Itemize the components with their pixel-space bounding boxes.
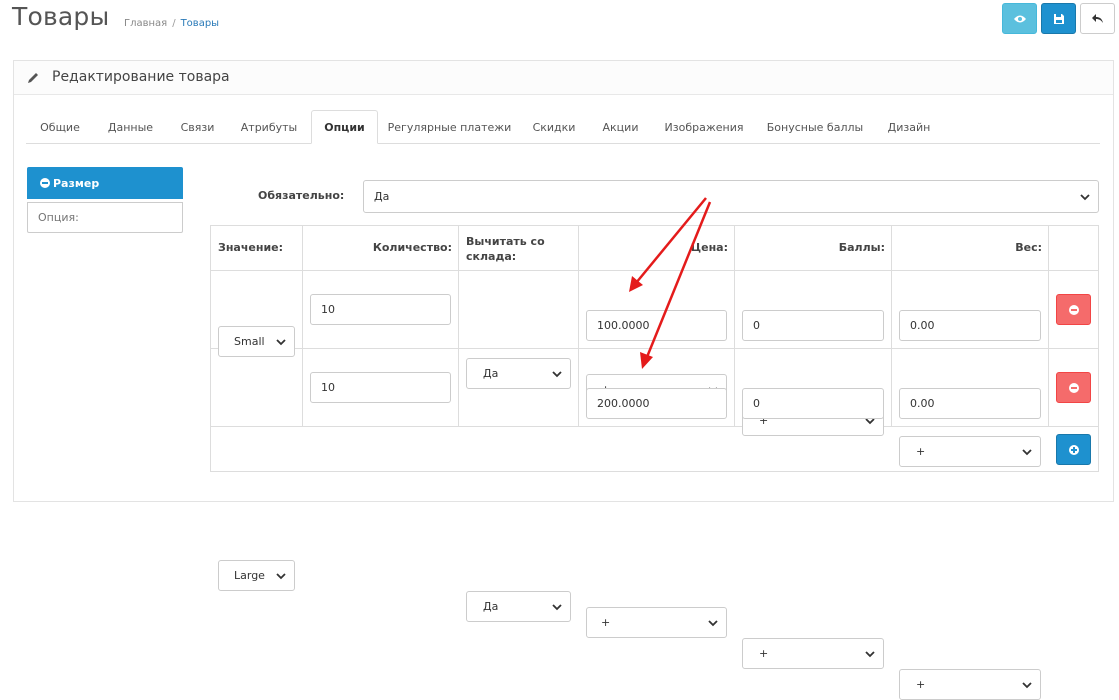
tab-design[interactable]: Дизайн	[879, 110, 939, 144]
row2-weight-input[interactable]: 0.00	[899, 388, 1041, 419]
table-cell: Large	[234, 569, 265, 582]
save-button[interactable]	[1041, 3, 1076, 34]
table-cell: +	[916, 678, 926, 691]
tab-discounts[interactable]: Скидки	[524, 110, 584, 144]
plus-circle-icon	[1068, 444, 1079, 455]
table-cell: 10	[321, 303, 335, 316]
row2-points-prefix-select[interactable]: +	[742, 638, 884, 669]
table-cell: +	[759, 647, 769, 660]
row2-quantity-input[interactable]: 10	[310, 372, 451, 403]
table-cell: 0	[753, 397, 760, 410]
tab-data[interactable]: Данные	[97, 110, 164, 144]
chevron-down-icon	[552, 370, 562, 377]
chevron-down-icon	[865, 650, 875, 657]
table-cell: 10	[321, 381, 335, 394]
back-button[interactable]	[1080, 3, 1115, 34]
breadcrumb-products[interactable]: Товары	[181, 18, 220, 29]
chevron-down-icon	[1022, 448, 1032, 455]
eye-icon	[1013, 15, 1026, 22]
preview-button[interactable]	[1002, 3, 1037, 34]
row1-points-input[interactable]: 0	[742, 310, 884, 341]
table-col-divider	[578, 226, 579, 426]
table-cell: +	[916, 445, 926, 458]
chevron-down-icon	[276, 572, 286, 579]
chevron-down-icon	[708, 619, 718, 626]
option-size-item[interactable]: Размер	[27, 167, 183, 199]
option-size-label: Размер	[53, 176, 100, 190]
pencil-icon	[28, 73, 38, 83]
table-cell: 0.00	[910, 319, 935, 332]
row1-weight-input[interactable]: 0.00	[899, 310, 1041, 341]
row2-value-select[interactable]: Large	[218, 560, 295, 591]
required-label: Обязательно:	[258, 189, 345, 202]
tab-images[interactable]: Изображения	[657, 110, 751, 144]
page-title: Товары	[12, 2, 110, 31]
panel-title: Редактирование товара	[52, 69, 230, 85]
tab-reward-points[interactable]: Бонусные баллы	[760, 110, 870, 144]
row1-price-input[interactable]: 100.0000	[586, 310, 727, 341]
required-select[interactable]: Да	[363, 180, 1099, 213]
breadcrumb-home[interactable]: Главная	[124, 18, 167, 29]
row2-price-prefix-select[interactable]: +	[586, 607, 727, 638]
row1-remove-button[interactable]	[1056, 294, 1091, 325]
row2-weight-prefix-select[interactable]: +	[899, 669, 1041, 700]
chevron-down-icon	[276, 338, 286, 345]
table-cell: Да	[483, 367, 499, 380]
row2-points-input[interactable]: 0	[742, 388, 884, 419]
table-col-divider	[458, 226, 459, 426]
table-cell: Да	[483, 600, 499, 613]
header-subtract: Вычитать со склада:	[466, 235, 545, 263]
header-price: Цена:	[690, 241, 728, 254]
table-cell: 0	[753, 319, 760, 332]
minus-circle-icon	[1068, 304, 1079, 315]
row1-value-select[interactable]: Small	[218, 326, 295, 357]
tab-options[interactable]: Опции	[311, 110, 378, 144]
table-cell: Small	[234, 335, 265, 348]
chevron-down-icon	[552, 603, 562, 610]
table-row-divider	[211, 426, 1098, 427]
header-value: Значение:	[218, 241, 284, 254]
tab-attributes[interactable]: Атрибуты	[231, 110, 307, 144]
row1-subtract-select[interactable]: Да	[466, 358, 571, 389]
breadcrumb: Главная / Товары	[124, 18, 220, 29]
table-col-divider	[891, 226, 892, 426]
reply-icon	[1092, 14, 1103, 23]
table-cell: +	[601, 616, 611, 629]
tab-specials[interactable]: Акции	[593, 110, 648, 144]
remove-circle-icon[interactable]	[40, 178, 50, 188]
required-select-value: Да	[374, 190, 390, 203]
header-weight: Вес:	[1015, 241, 1042, 254]
table-cell: 0.00	[910, 397, 935, 410]
table-col-divider	[734, 226, 735, 426]
chevron-down-icon	[1022, 681, 1032, 688]
row1-weight-prefix-select[interactable]: +	[899, 436, 1041, 467]
option-autocomplete-input[interactable]	[27, 202, 183, 233]
table-col-divider	[1048, 226, 1049, 426]
table-header-divider	[211, 270, 1098, 271]
header-points: Баллы:	[838, 241, 885, 254]
add-option-value-button[interactable]	[1056, 434, 1091, 465]
table-cell: 100.0000	[597, 319, 650, 332]
chevron-down-icon	[1080, 193, 1090, 200]
tab-links[interactable]: Связи	[170, 110, 225, 144]
row2-remove-button[interactable]	[1056, 372, 1091, 403]
header-quantity: Количество:	[372, 241, 452, 254]
row2-price-input[interactable]: 200.0000	[586, 388, 727, 419]
table-row-divider	[211, 348, 1098, 349]
table-cell: 200.0000	[597, 397, 650, 410]
save-icon	[1053, 13, 1064, 24]
tab-recurring[interactable]: Регулярные платежи	[384, 110, 515, 144]
table-col-divider	[302, 226, 303, 426]
tab-general[interactable]: Общие	[30, 110, 90, 144]
row1-quantity-input[interactable]: 10	[310, 294, 451, 325]
minus-circle-icon	[1068, 382, 1079, 393]
row2-subtract-select[interactable]: Да	[466, 591, 571, 622]
